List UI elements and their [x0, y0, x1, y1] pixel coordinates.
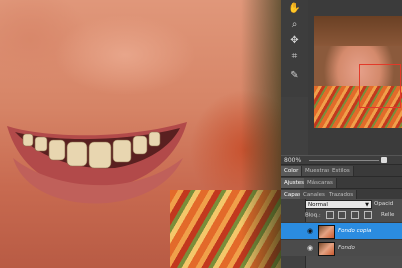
tool-strip-lower: [281, 97, 308, 155]
tool-strip: ✋ ⌕ ✥ ⌗ ✎: [281, 0, 309, 97]
lock-label: Bloq.:: [305, 212, 321, 219]
zoom-slider-track[interactable]: [309, 160, 379, 161]
lock-position-icon[interactable]: [351, 211, 360, 219]
layer-thumbnail: [318, 242, 335, 256]
tab-styles[interactable]: Estilos: [329, 166, 354, 176]
hand-icon[interactable]: ✋: [287, 3, 302, 15]
thumb-hair: [314, 16, 402, 46]
eye-icon[interactable]: ◉: [306, 227, 314, 235]
opacity-label: Opacid: [374, 201, 394, 207]
navigator-view-box[interactable]: [359, 64, 401, 108]
brush-icon[interactable]: ✎: [287, 70, 302, 82]
layer-row-fondo-copia[interactable]: ◉ Fondo copia: [281, 222, 402, 239]
zoom-slider-knob[interactable]: [381, 157, 387, 163]
smile-region: [7, 122, 187, 204]
adjust-tab-row: Ajustes Máscaras: [281, 176, 402, 188]
crop-icon[interactable]: ⌗: [287, 51, 302, 63]
blend-mode-select[interactable]: Normal ▼: [305, 200, 372, 209]
eye-icon[interactable]: ◉: [306, 244, 314, 252]
blend-mode-value: Normal: [308, 202, 328, 208]
navigator-panel: [308, 0, 402, 155]
image-canvas[interactable]: [0, 0, 281, 268]
layer-name: Fondo copia: [338, 228, 372, 234]
color-tab-row: Color Muestras Estilos: [281, 164, 402, 176]
layer-row-fondo[interactable]: ◉ Fondo: [281, 239, 402, 256]
layer-name: Fondo: [338, 245, 355, 251]
move-icon[interactable]: ✥: [287, 35, 302, 47]
lock-all-icon[interactable]: [363, 211, 372, 219]
tab-masks[interactable]: Máscaras: [304, 178, 337, 188]
lock-transparency-icon[interactable]: [325, 211, 334, 219]
lock-row: Bloq.:: [305, 211, 372, 220]
fill-label: Relle: [381, 212, 395, 218]
zoom-icon[interactable]: ⌕: [287, 19, 302, 31]
navigator-thumbnail[interactable]: [314, 16, 402, 128]
canvas-edge: [241, 0, 281, 268]
right-panels: ✋ ⌕ ✥ ⌗ ✎ 800% Color Muestras Estilos Aj…: [281, 0, 402, 268]
chevron-down-icon: ▼: [365, 202, 369, 208]
tab-color[interactable]: Color: [281, 166, 303, 176]
layer-thumbnail: [318, 225, 335, 239]
lock-pixels-icon[interactable]: [338, 211, 347, 219]
